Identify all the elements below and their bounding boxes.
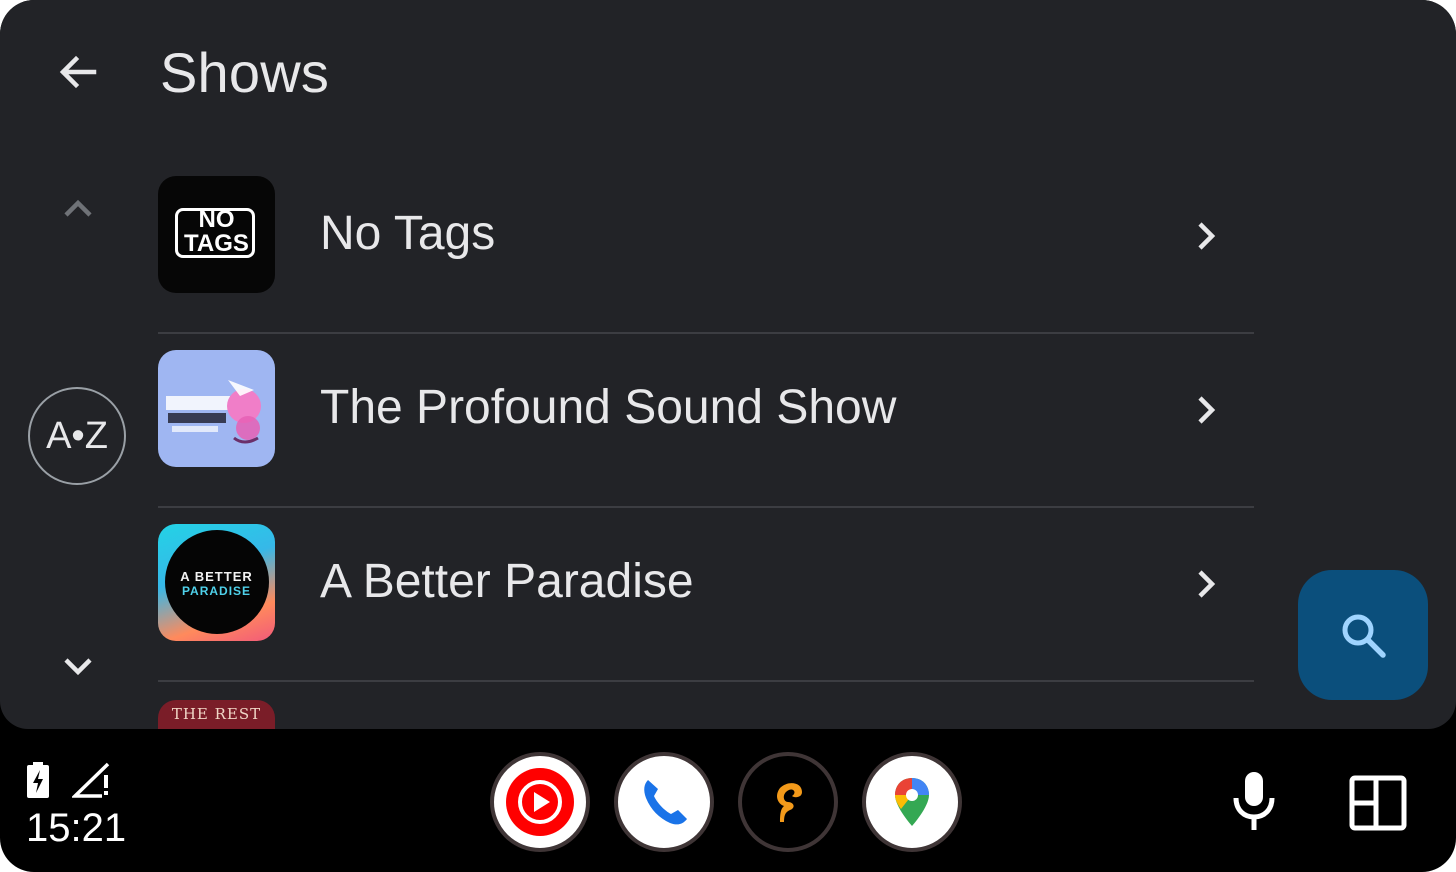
youtube-music-icon (506, 768, 574, 836)
dock-app-podcast[interactable] (738, 752, 838, 852)
dashboard-layout-button[interactable] (1346, 772, 1410, 834)
show-artwork-partial[interactable]: THE REST (158, 700, 275, 729)
shows-list: NO TAGS No Tags The Profound Sound Show … (158, 160, 1254, 682)
list-item[interactable]: The Profound Sound Show (158, 334, 1254, 508)
chevron-right-icon (1198, 222, 1216, 250)
search-icon (1342, 614, 1386, 658)
chevron-up-icon (64, 199, 92, 217)
back-button[interactable] (46, 40, 110, 104)
page-title: Shows (160, 41, 330, 104)
chevron-right-icon (1198, 396, 1216, 424)
arrow-back-icon (59, 55, 97, 89)
show-title: No Tags (320, 207, 496, 260)
list-item[interactable]: A BETTER PARADISE A Better Paradise (158, 508, 1254, 682)
alphabet-jump-button[interactable]: A•Z (28, 387, 126, 485)
microphone-icon (1233, 772, 1275, 830)
show-title: A Better Paradise (320, 555, 694, 608)
artwork-text-bottom: TAGS (184, 230, 249, 257)
dock-app-youtube-music[interactable] (490, 752, 590, 852)
show-artwork-better-paradise: A BETTER PARADISE (158, 524, 275, 641)
search-button[interactable] (1298, 570, 1428, 700)
artwork-text-bottom: PARADISE (181, 584, 252, 598)
app-dock (490, 752, 962, 852)
phone-icon (644, 780, 687, 825)
show-artwork-profound-sound (158, 350, 275, 467)
maps-icon (895, 778, 929, 826)
dashboard-layout-icon (1349, 775, 1407, 831)
chevron-right-icon (1198, 570, 1216, 598)
dock-app-phone[interactable] (614, 752, 714, 852)
artwork-text-top: NO (198, 206, 235, 233)
android-auto-screen: Shows A•Z NO TAGS No Tags The Profound S… (0, 0, 1456, 872)
signal-no-data-icon (72, 762, 110, 798)
clock: 15:21 (26, 806, 127, 850)
podcast-app-icon (777, 783, 802, 822)
artwork-text-top: A BETTER (180, 569, 253, 584)
media-browse-panel: Shows A•Z NO TAGS No Tags The Profound S… (0, 0, 1456, 729)
microphone-button[interactable] (1226, 768, 1282, 836)
artwork-text: THE REST (171, 705, 262, 723)
battery-charging-icon (27, 762, 49, 798)
scroll-down-button[interactable] (50, 638, 106, 694)
list-item[interactable]: NO TAGS No Tags (158, 160, 1254, 334)
chevron-down-icon (64, 658, 92, 676)
show-artwork-no-tags: NO TAGS (158, 176, 275, 293)
status-area: 15:21 (26, 760, 126, 852)
show-title: The Profound Sound Show (320, 381, 897, 434)
scroll-up-button[interactable] (50, 180, 106, 236)
dock-app-maps[interactable] (862, 752, 962, 852)
